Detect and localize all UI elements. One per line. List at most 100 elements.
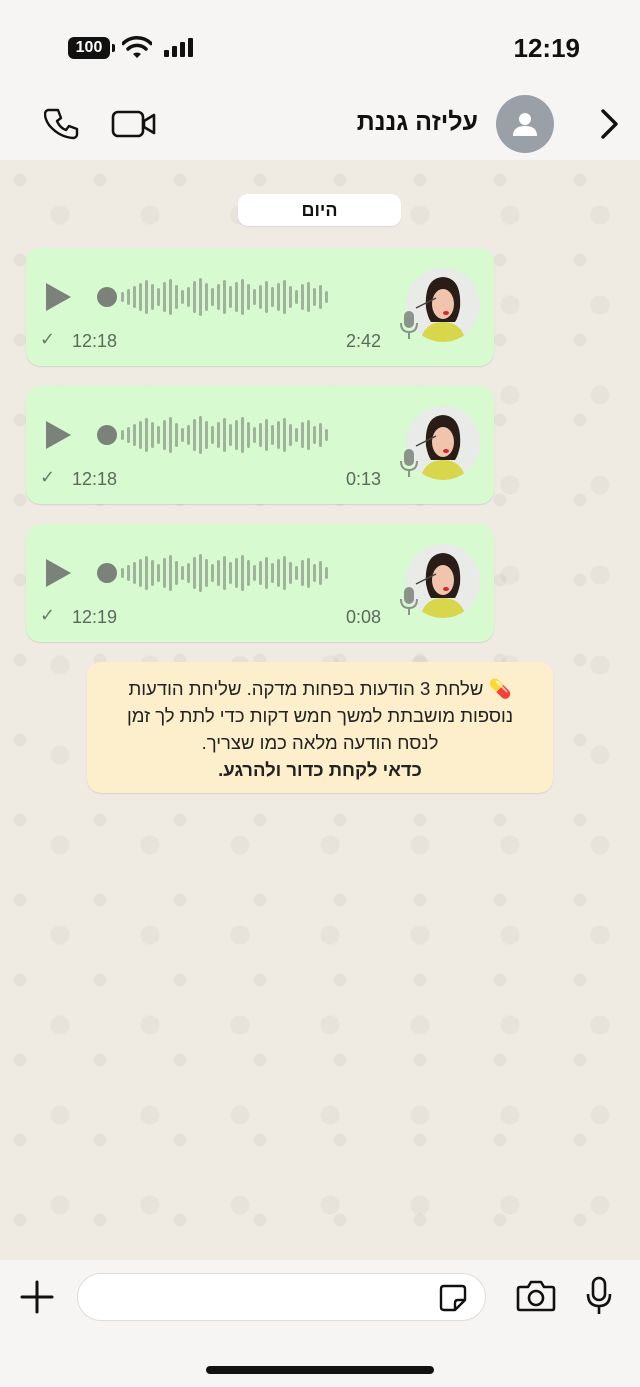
waveform-bar bbox=[247, 560, 250, 586]
waveform-bar bbox=[241, 279, 244, 315]
waveform-bar bbox=[193, 557, 196, 589]
waveform-bar bbox=[259, 561, 262, 585]
waveform-bar bbox=[151, 560, 154, 586]
waveform-bar bbox=[211, 426, 214, 444]
video-call-button[interactable] bbox=[110, 106, 158, 142]
waveform-bar bbox=[307, 558, 310, 588]
waveform-bar bbox=[295, 566, 298, 580]
waveform-bar bbox=[181, 290, 184, 304]
message-input[interactable] bbox=[77, 1273, 486, 1321]
waveform-bar bbox=[241, 417, 244, 453]
waveform-bar bbox=[223, 418, 226, 452]
waveform-bar bbox=[181, 428, 184, 442]
attach-button[interactable] bbox=[18, 1278, 56, 1316]
waveform-bar bbox=[217, 560, 220, 586]
waveform-bar bbox=[127, 289, 130, 305]
waveform-bar bbox=[235, 282, 238, 312]
play-icon[interactable] bbox=[46, 559, 71, 587]
waveform-bar bbox=[199, 278, 202, 316]
waveform-bar bbox=[307, 420, 310, 450]
waveform-bar bbox=[121, 430, 124, 440]
back-button[interactable] bbox=[594, 106, 624, 142]
waveform-bar bbox=[127, 565, 130, 581]
voice-duration: 2:42 bbox=[345, 331, 381, 351]
voice-message[interactable]: ✓ 12:18 0:13 bbox=[26, 386, 494, 504]
waveform-bar bbox=[247, 284, 250, 310]
waveform-bar bbox=[271, 425, 274, 445]
waveform-bar bbox=[271, 287, 274, 307]
waveform-bar bbox=[283, 418, 286, 452]
contact-name[interactable]: עליזה גננת bbox=[357, 108, 478, 137]
playback-scrubber[interactable] bbox=[97, 563, 117, 583]
voice-call-button[interactable] bbox=[40, 104, 84, 144]
play-icon[interactable] bbox=[46, 421, 71, 449]
wifi-icon bbox=[122, 36, 152, 58]
waveform-bar bbox=[163, 420, 166, 450]
waveform-bar bbox=[289, 286, 292, 308]
voice-duration: 0:08 bbox=[345, 607, 381, 627]
waveform-bar bbox=[157, 426, 160, 444]
voice-message[interactable]: ✓ 12:19 0:08 bbox=[26, 524, 494, 642]
waveform-bar bbox=[205, 559, 208, 587]
status-time: 12:19 bbox=[513, 33, 581, 63]
waveform-bar bbox=[145, 556, 148, 590]
waveform-bar bbox=[199, 554, 202, 592]
waveform-bar bbox=[187, 287, 190, 307]
waveform-bar bbox=[283, 556, 286, 590]
waveform-bar bbox=[319, 423, 322, 447]
composer-bar bbox=[0, 1260, 640, 1387]
voice-message[interactable]: ✓ 12:18 2:42 bbox=[26, 248, 494, 366]
waveform-bar bbox=[223, 280, 226, 314]
waveform-bar bbox=[199, 416, 202, 454]
contact-avatar[interactable] bbox=[496, 95, 554, 153]
waveform-bar bbox=[253, 427, 256, 443]
waveform-bar bbox=[169, 555, 172, 591]
waveform-bar bbox=[175, 285, 178, 309]
cellular-signal-icon bbox=[164, 38, 196, 57]
waveform-bar bbox=[319, 285, 322, 309]
waveform-bar bbox=[133, 424, 136, 446]
waveform-bar bbox=[289, 562, 292, 584]
rate-limit-notice: 💊 שלחת 3 הודעות בפחות מדקה. שליחת הודעות… bbox=[87, 662, 553, 793]
waveform-bar bbox=[313, 564, 316, 582]
waveform[interactable] bbox=[97, 552, 397, 594]
waveform-bar bbox=[277, 421, 280, 449]
waveform-bar bbox=[193, 281, 196, 313]
home-indicator[interactable] bbox=[206, 1366, 434, 1374]
waveform[interactable] bbox=[97, 414, 397, 456]
waveform-bar bbox=[235, 420, 238, 450]
waveform-bar bbox=[241, 555, 244, 591]
chevron-right-icon bbox=[601, 109, 618, 139]
waveform-bar bbox=[157, 564, 160, 582]
playback-scrubber[interactable] bbox=[97, 425, 117, 445]
camera-button[interactable] bbox=[514, 1276, 558, 1316]
waveform-bar bbox=[313, 288, 316, 306]
check-icon: ✓ bbox=[40, 329, 56, 349]
sticker-button[interactable] bbox=[437, 1282, 469, 1314]
waveform-bar bbox=[163, 558, 166, 588]
waveform-bar bbox=[145, 280, 148, 314]
waveform-bar bbox=[127, 427, 130, 443]
voice-record-button[interactable] bbox=[582, 1274, 616, 1318]
play-icon[interactable] bbox=[46, 283, 71, 311]
camera-icon bbox=[516, 1280, 556, 1312]
waveform-bar bbox=[187, 563, 190, 583]
waveform-bar bbox=[277, 559, 280, 587]
waveform-bar bbox=[319, 561, 322, 585]
chat-header: עליזה גננת bbox=[0, 90, 640, 160]
waveform-bar bbox=[121, 292, 124, 302]
waveform-bar bbox=[193, 419, 196, 451]
waveform-bar bbox=[175, 561, 178, 585]
waveform-bar bbox=[205, 283, 208, 311]
waveform[interactable] bbox=[97, 276, 397, 318]
voice-duration: 0:13 bbox=[345, 469, 381, 489]
pill-icon: 💊 bbox=[488, 678, 512, 699]
waveform-bar bbox=[265, 557, 268, 589]
waveform-bar bbox=[175, 423, 178, 447]
message-time: 12:18 bbox=[72, 469, 118, 489]
notice-text-line: 💊 שלחת 3 הודעות בפחות מדקה. שליחת הודעות… bbox=[109, 675, 531, 756]
plus-icon bbox=[20, 1280, 54, 1314]
mic-icon bbox=[400, 449, 418, 477]
status-bar: 100 12:19 bbox=[0, 0, 640, 90]
playback-scrubber[interactable] bbox=[97, 287, 117, 307]
